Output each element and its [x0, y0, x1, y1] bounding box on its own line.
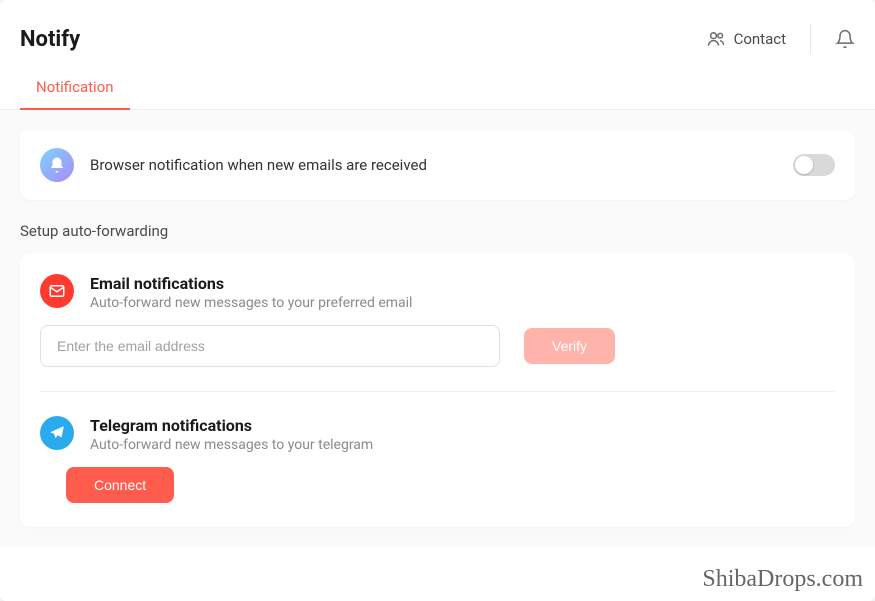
- divider: [40, 391, 835, 392]
- watermark: ShibaDrops.com: [702, 566, 863, 593]
- connect-button[interactable]: Connect: [66, 467, 174, 503]
- bell-icon[interactable]: [835, 29, 855, 49]
- browser-notif-label: Browser notification when new emails are…: [90, 156, 697, 174]
- email-icon: [40, 274, 74, 308]
- telegram-notif-title: Telegram notifications: [90, 416, 373, 435]
- telegram-notif-subtitle: Auto-forward new messages to your telegr…: [90, 437, 373, 453]
- bell-gradient-icon: [40, 148, 74, 182]
- email-notif-subtitle: Auto-forward new messages to your prefer…: [90, 295, 412, 311]
- contact-link[interactable]: Contact: [706, 29, 786, 49]
- browser-notif-toggle[interactable]: [793, 154, 835, 176]
- users-icon: [706, 29, 726, 49]
- verify-button[interactable]: Verify: [524, 328, 615, 364]
- section-label: Setup auto-forwarding: [20, 222, 855, 240]
- contact-label: Contact: [734, 30, 786, 48]
- page-title: Notify: [20, 27, 80, 52]
- tab-notification[interactable]: Notification: [20, 70, 130, 110]
- email-field[interactable]: [40, 325, 500, 367]
- email-notif-title: Email notifications: [90, 274, 412, 293]
- divider: [810, 24, 811, 54]
- telegram-icon: [40, 416, 74, 450]
